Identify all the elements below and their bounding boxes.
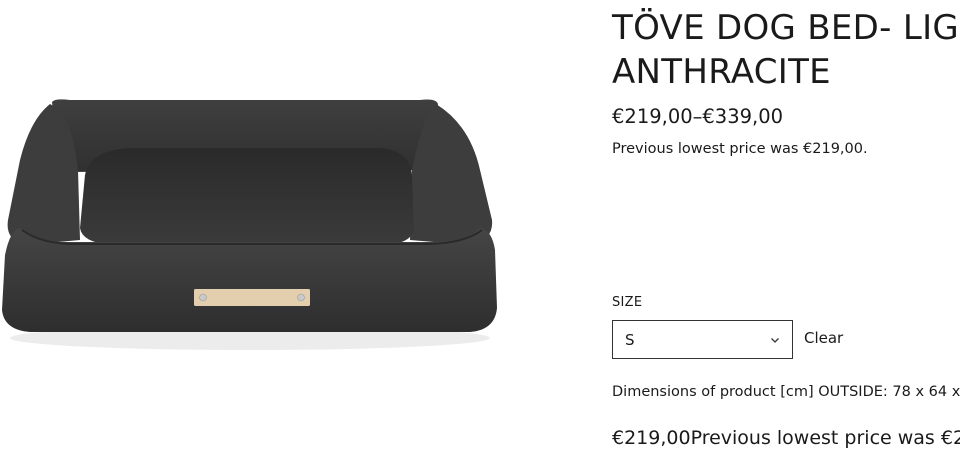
previous-lowest-price: Previous lowest price was €219,00. <box>612 141 868 157</box>
product-title-line2: ANTHRACITE <box>612 52 831 92</box>
product-page: TÖVE DOG BED- LIGHT ANTHRACITE €219,00–€… <box>0 0 960 460</box>
clear-button[interactable]: Clear <box>804 329 843 347</box>
size-label: SIZE <box>612 295 643 310</box>
brand-tag <box>194 289 310 306</box>
variant-price: €219,00Previous lowest price was €219 <box>612 427 960 449</box>
dog-bed-illustration <box>2 99 497 350</box>
product-title-line1: TÖVE DOG BED- LIGHT <box>612 8 960 48</box>
chevron-down-icon <box>771 337 779 343</box>
product-dimensions: Dimensions of product [cm] OUTSIDE: 78 x… <box>612 384 960 400</box>
price-range: €219,00–€339,00 <box>612 105 784 128</box>
product-image[interactable] <box>0 80 510 370</box>
size-select-value: S <box>625 330 635 349</box>
size-select[interactable]: S <box>612 320 793 359</box>
product-title: TÖVE DOG BED- LIGHT ANTHRACITE <box>612 6 960 94</box>
